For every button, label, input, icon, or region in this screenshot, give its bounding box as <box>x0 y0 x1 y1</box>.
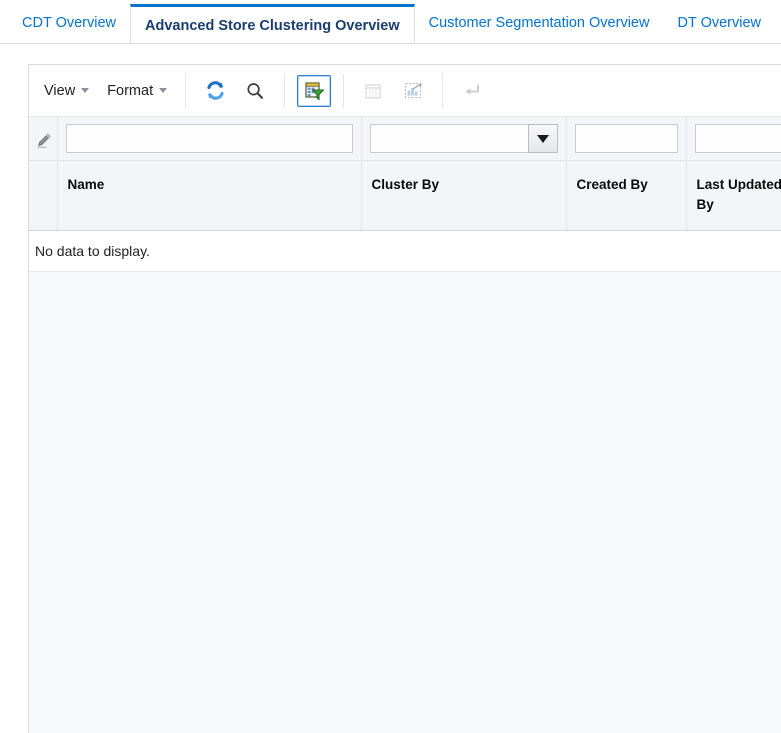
table-body-area <box>29 272 781 733</box>
tab-label: Customer Segmentation Overview <box>428 15 650 31</box>
query-filter-icon <box>304 81 325 101</box>
filter-cell-created-by <box>566 117 687 161</box>
column-header-label: Cluster By <box>371 177 440 192</box>
tab-dt-overview[interactable]: DT Overview <box>663 0 775 43</box>
filter-input-last-updated-by[interactable] <box>694 124 781 153</box>
return-arrow-icon <box>462 81 482 101</box>
pencil-icon <box>29 131 57 151</box>
filter-cell-cluster-by <box>361 117 567 161</box>
column-header-created-by[interactable]: Created By <box>566 160 687 232</box>
format-menu-button[interactable]: Format <box>98 78 176 104</box>
filter-cell-last-updated-by <box>686 117 781 161</box>
header-gutter <box>29 160 58 232</box>
view-menu-label: View <box>44 82 76 99</box>
tab-customer-segmentation-overview[interactable]: Customer Segmentation Overview <box>415 0 664 43</box>
toolbar-separator <box>343 73 345 108</box>
tab-advanced-store-clustering-overview[interactable]: Advanced Store Clustering Overview <box>130 4 415 43</box>
column-header-last-updated-by[interactable]: Last Updated By <box>686 160 781 232</box>
table-header-row: Name Cluster By Created By Last Updated … <box>29 160 781 232</box>
export-button <box>396 75 430 107</box>
filter-input-created-by[interactable] <box>574 124 678 153</box>
tab-label: Advanced Store Clustering Overview <box>145 17 400 34</box>
query-by-example-button[interactable] <box>297 74 332 107</box>
toolbar-separator <box>442 73 444 108</box>
filter-input-cluster-by[interactable] <box>369 124 528 153</box>
toolbar-separator <box>185 73 187 108</box>
refresh-icon <box>205 80 226 101</box>
toolbar-separator <box>284 73 286 108</box>
filter-input-name[interactable] <box>65 124 353 153</box>
column-header-label: Name <box>67 177 105 192</box>
tab-label: DT Overview <box>677 15 761 31</box>
store-clustering-table: Name Cluster By Created By Last Updated … <box>29 117 781 232</box>
detach-button <box>455 75 489 107</box>
chevron-down-icon <box>159 88 168 93</box>
tab-label: CDT Overview <box>22 15 116 31</box>
page-body: View Format Name Cluster By Created By L… <box>0 44 781 733</box>
chevron-down-icon <box>536 134 549 143</box>
filter-cell-name <box>57 117 362 161</box>
column-header-label: Created By <box>576 177 648 192</box>
store-clustering-panel: View Format Name Cluster By Created By L… <box>28 64 781 733</box>
filter-row <box>29 117 781 161</box>
columns-button <box>356 75 390 107</box>
empty-state-message: No data to display. <box>29 231 781 273</box>
column-header-label: Last Updated By <box>696 177 781 212</box>
view-menu-button[interactable]: View <box>35 78 98 104</box>
column-header-cluster-by[interactable]: Cluster By <box>361 160 567 232</box>
dropdown-toggle-cluster-by[interactable] <box>527 124 558 153</box>
column-header-name[interactable]: Name <box>57 160 362 232</box>
filter-select-cluster-by[interactable] <box>369 124 558 153</box>
export-chart-icon <box>403 80 424 101</box>
search-button[interactable] <box>238 75 272 107</box>
refresh-button[interactable] <box>198 75 232 107</box>
chevron-down-icon <box>81 88 90 93</box>
tab-bar: CDT Overview Advanced Store Clustering O… <box>0 0 781 44</box>
format-menu-label: Format <box>107 82 154 99</box>
columns-icon <box>363 81 383 101</box>
table-toolbar: View Format <box>29 65 781 117</box>
search-icon <box>245 81 265 101</box>
tab-cdt-overview[interactable]: CDT Overview <box>8 0 130 43</box>
tab-overflow-partial[interactable]: A <box>775 0 781 43</box>
row-edit-gutter <box>29 117 58 161</box>
